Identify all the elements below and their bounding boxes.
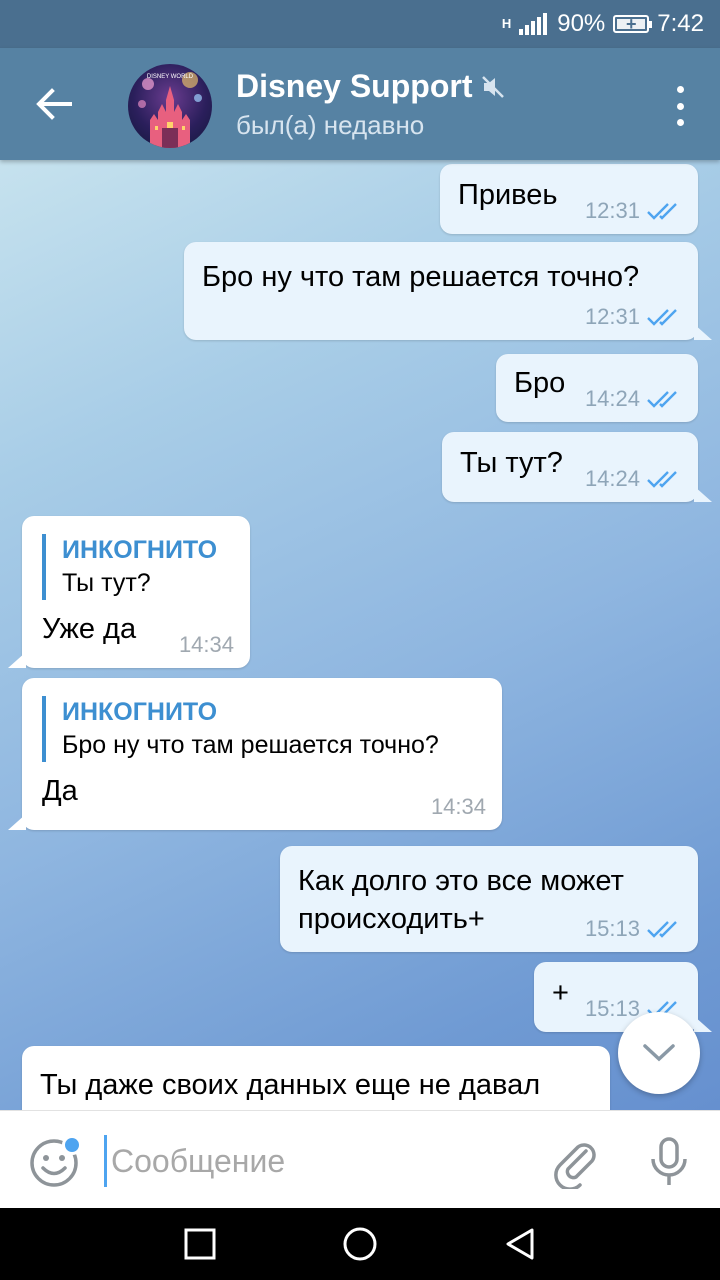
microphone-icon[interactable] [644, 1135, 694, 1189]
message-time: 12:31 [584, 198, 640, 223]
reply-text: Бро ну что там решается точно? [62, 731, 439, 759]
chat-header: DISNEY WORLD Disney Support был(а) недав… [0, 48, 720, 160]
castle-image: DISNEY WORLD [138, 72, 202, 148]
reply-author: ИНКОГНИТО [62, 698, 218, 726]
chevron-down-icon [643, 1044, 675, 1062]
battery-percent: 90% [557, 10, 606, 37]
new-stickers-badge [62, 1135, 82, 1155]
signal-icon [519, 13, 548, 35]
message-time: 15:13 [584, 916, 640, 941]
outgoing-message[interactable]: Ты тут? 14:24 [442, 432, 698, 502]
scroll-down-button[interactable] [618, 1012, 700, 1094]
message-meta: 12:31 [585, 304, 682, 330]
outgoing-message[interactable]: Бро ну что там решается точно? 12:31 [184, 242, 698, 340]
system-nav-bar [0, 1208, 720, 1280]
avatar-text: DISNEY WORLD [147, 74, 194, 80]
message-text: Бро ну что там решается точно? [202, 261, 640, 293]
message-meta: 12:31 [585, 198, 682, 224]
double-check-icon [647, 921, 677, 938]
title-row[interactable]: Disney Support [236, 68, 506, 105]
message-list[interactable]: Привеь 12:31 Бро ну что там решается точ… [0, 160, 720, 1110]
message-text: Да [42, 775, 78, 807]
double-check-icon [647, 309, 677, 326]
more-vert-icon[interactable] [672, 86, 688, 126]
message-meta: 14:24 [585, 386, 682, 412]
message-meta: 14:34 [431, 794, 486, 820]
message-input[interactable] [104, 1135, 524, 1187]
status-bar: H 90% + 7:42 [0, 0, 720, 48]
message-meta: 14:24 [585, 466, 682, 492]
reply-text: Ты тут? [62, 569, 151, 597]
status-icons: H 90% + 7:42 [502, 10, 704, 38]
avatar[interactable]: DISNEY WORLD [128, 64, 212, 148]
recent-apps-icon[interactable] [180, 1224, 220, 1264]
incoming-message[interactable]: ИНКОГНИТО Ты тут? Уже да 14:34 [22, 516, 250, 668]
compose-bar [0, 1110, 720, 1208]
message-time: 14:34 [430, 794, 486, 819]
incoming-message[interactable]: Ты даже своих данных еще не давал [22, 1046, 610, 1110]
message-text-line: Как долго это все может [298, 865, 624, 897]
incoming-message[interactable]: ИНКОГНИТО Бро ну что там решается точно?… [22, 678, 502, 830]
message-text: Ты даже своих данных еще не давал [40, 1069, 541, 1101]
muted-icon [482, 75, 505, 98]
clock: 7:42 [657, 10, 704, 37]
battery-icon: + [613, 15, 653, 33]
home-icon[interactable] [340, 1224, 380, 1264]
message-meta: 15:13 [585, 916, 682, 942]
double-check-icon [647, 471, 677, 488]
reply-quote[interactable]: ИНКОГНИТО Бро ну что там решается точно? [42, 696, 482, 762]
outgoing-message[interactable]: Как долго это все может происходить+ 15:… [280, 846, 698, 952]
reply-quote[interactable]: ИНКОГНИТО Ты тут? [42, 534, 230, 600]
message-meta: 14:34 [179, 632, 234, 658]
double-check-icon [647, 203, 677, 220]
paperclip-icon[interactable] [548, 1135, 602, 1189]
network-type: H [501, 16, 512, 31]
back-arrow-icon[interactable] [28, 78, 80, 130]
message-time: 15:13 [584, 996, 640, 1021]
nav-back-icon[interactable] [500, 1224, 540, 1264]
message-time: 14:24 [584, 386, 640, 411]
message-time: 12:31 [584, 304, 640, 329]
chat-title: Disney Support [236, 68, 473, 104]
last-seen-status: был(а) недавно [236, 110, 425, 140]
reply-author: ИНКОГНИТО [62, 536, 218, 564]
outgoing-message[interactable]: Привеь 12:31 [440, 164, 698, 234]
double-check-icon [647, 391, 677, 408]
message-time: 14:24 [584, 466, 640, 491]
message-time: 14:34 [178, 632, 234, 657]
outgoing-message[interactable]: Бро 14:24 [496, 354, 698, 422]
